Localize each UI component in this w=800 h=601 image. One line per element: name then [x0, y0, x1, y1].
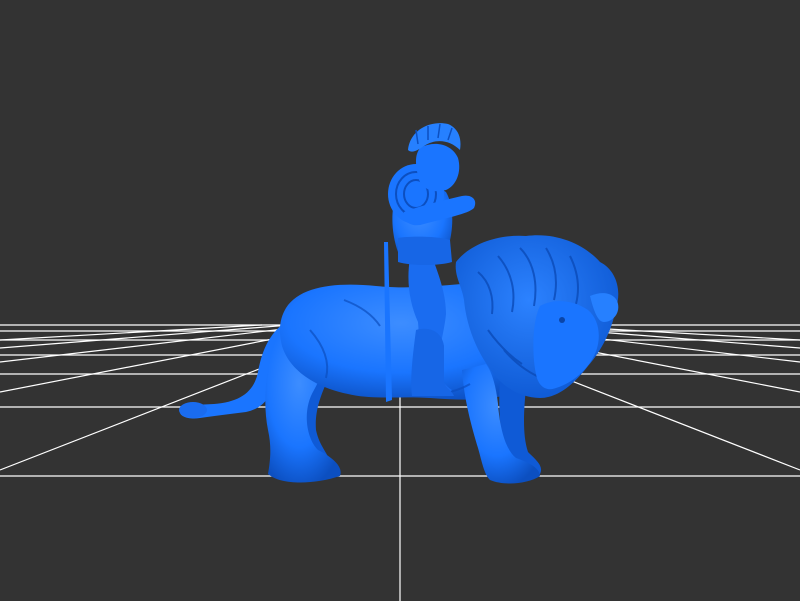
rider-helmet	[416, 143, 460, 192]
lion-face	[533, 301, 599, 390]
viewport-canvas[interactable]	[0, 0, 800, 601]
lion-eye	[559, 317, 565, 323]
lion-tail-tip	[179, 402, 207, 418]
rider-belt	[398, 236, 452, 265]
lion-rider-model[interactable]	[179, 123, 619, 484]
3d-viewport[interactable]	[0, 0, 800, 601]
